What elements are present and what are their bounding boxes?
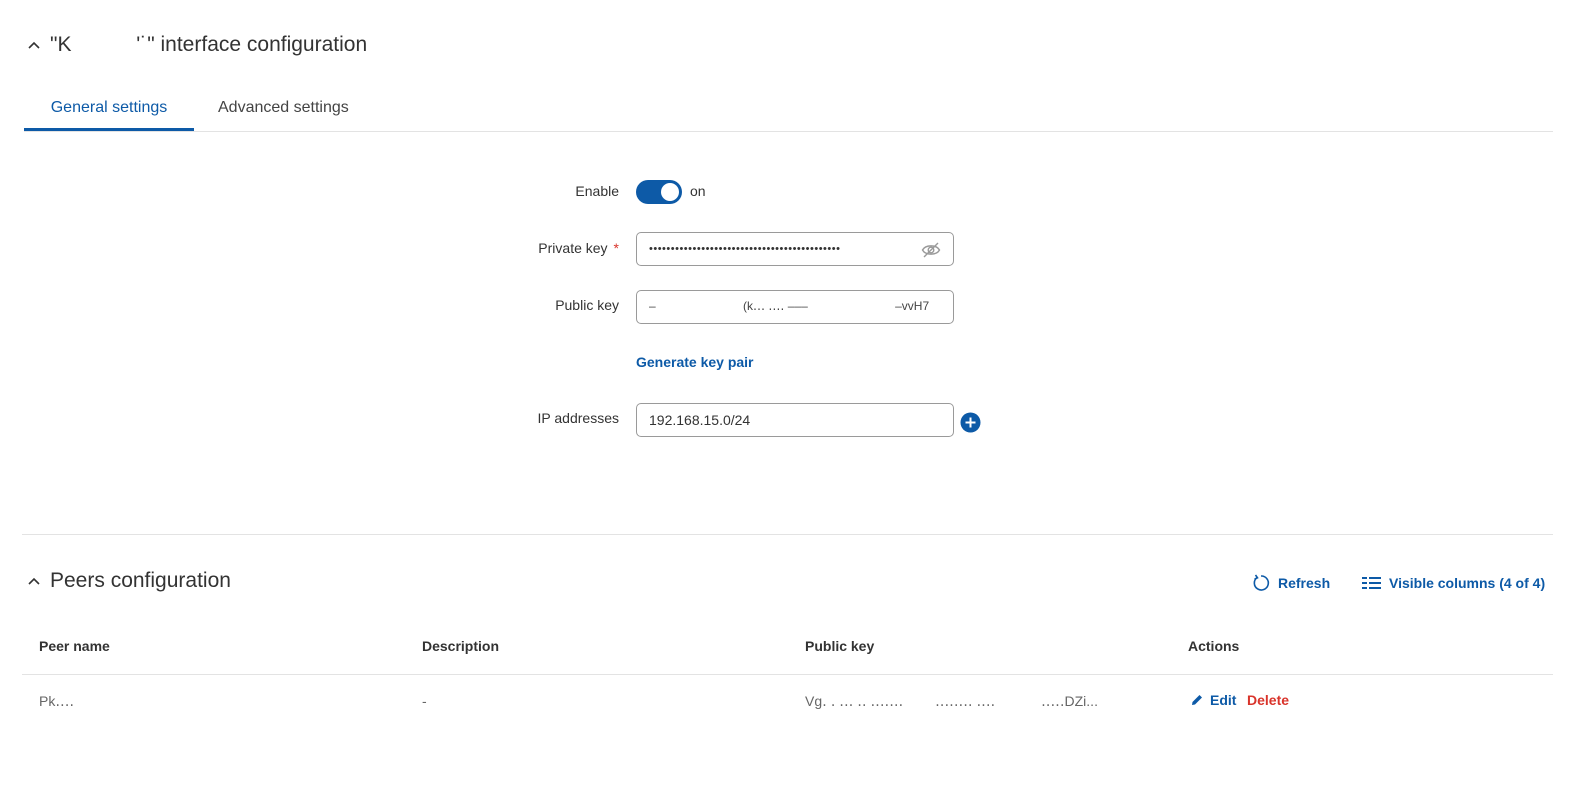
column-header-description[interactable]: Description [422,638,499,654]
refresh-icon [1253,574,1270,591]
toggle-knob [661,183,679,201]
enable-state-text: on [690,183,706,199]
enable-label: Enable [575,183,619,199]
tab-general-settings[interactable]: General settings [24,90,194,131]
columns-icon [1362,577,1381,589]
visible-columns-label: Visible columns (4 of 4) [1389,575,1546,591]
refresh-label: Refresh [1278,575,1331,591]
delete-button[interactable]: Delete [1247,692,1289,708]
public-key-cell: Vg․ ․ ․․․ ․․ ․․․․․․․ ․․․․․․․․ ․․․․ ․․․․․… [805,693,1098,709]
plus-circle-icon[interactable] [960,412,981,433]
visible-columns-button[interactable]: Visible columns (4 of 4) [1362,572,1545,594]
ip-address-value: 192.168.15.0/24 [649,412,751,428]
chevron-up-icon[interactable] [27,574,41,588]
refresh-button[interactable]: Refresh [1252,572,1330,594]
interface-config-title: "K '˙" interface configuration [50,33,368,56]
enable-toggle[interactable] [636,180,682,204]
private-key-input[interactable]: ••••••••••••••••••••••••••••••••••••••••… [636,232,954,266]
chevron-up-icon[interactable] [27,38,41,52]
ip-addresses-input[interactable]: 192.168.15.0/24 [636,403,954,437]
public-key-input[interactable]: ‒ (k․․․ ․․․․ ‒‒– ‒vvH7 [636,290,954,324]
public-key-label: Public key [555,297,619,313]
pencil-icon [1192,695,1202,705]
private-key-value: ••••••••••••••••••••••••••••••••••••••••… [649,243,841,255]
private-key-label: Private key * [538,240,619,256]
public-key-value: ‒ (k․․․ ․․․․ ‒‒– ‒vvH7 [649,299,930,313]
tab-bar: General settings Advanced settings [24,90,1553,132]
column-header-peer-name[interactable]: Peer name [39,638,110,654]
eye-slash-icon[interactable] [921,241,941,259]
column-header-actions: Actions [1188,638,1240,654]
description-cell: - [422,693,427,709]
private-key-label-text: Private key [538,240,608,256]
required-marker: * [613,240,619,256]
table-header-divider [22,674,1553,675]
tab-advanced-settings[interactable]: Advanced settings [218,90,388,131]
edit-button[interactable]: Edit [1190,692,1236,708]
column-header-public-key[interactable]: Public key [805,638,874,654]
section-divider [22,534,1553,535]
edit-label: Edit [1210,692,1237,708]
peers-config-title: Peers configuration [50,569,231,592]
generate-key-pair-link[interactable]: Generate key pair [636,354,754,370]
ip-addresses-label: IP addresses [537,410,619,426]
peer-name-cell: Pk․․․․ [39,693,75,709]
